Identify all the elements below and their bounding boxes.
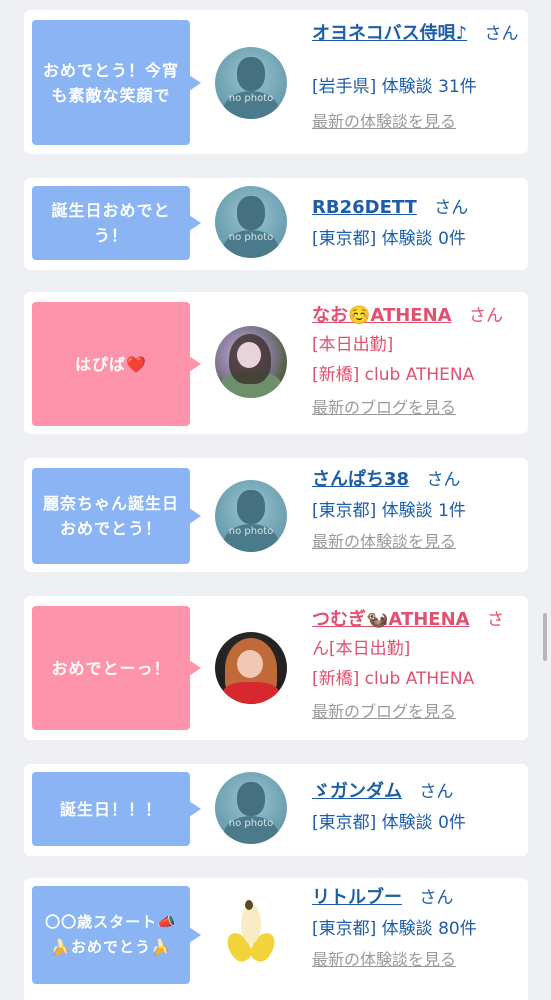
message-text: 誕生日！！！ bbox=[59, 799, 162, 819]
attendance-status: ん[本日出勤] bbox=[312, 639, 411, 659]
latest-blog-link[interactable]: 最新のブログを見る bbox=[312, 700, 524, 724]
user-name-link[interactable]: オヨネコバス侍唄♪ bbox=[312, 23, 467, 44]
no-photo-label: no photo bbox=[228, 526, 274, 537]
user-meta: [東京都] 体験談 0件 bbox=[312, 813, 466, 833]
user-name-link[interactable]: さんぱち38 bbox=[312, 469, 409, 490]
user-name-link[interactable]: ゞガンダム bbox=[312, 781, 402, 802]
avatar[interactable] bbox=[215, 632, 287, 704]
message-text: 誕生日おめでとう！ bbox=[51, 201, 171, 245]
avatar[interactable]: no photo bbox=[215, 480, 287, 552]
shop-info: [新橋] club ATHENA bbox=[312, 365, 475, 385]
no-photo-label: no photo bbox=[228, 232, 274, 243]
latest-review-link[interactable]: 最新の体験談を見る bbox=[312, 530, 524, 554]
message-card: はぴば❤️ なお☺️ATHENA さん [本日出勤] [新橋] club ATH… bbox=[24, 292, 528, 434]
user-name-link[interactable]: RB26DETT bbox=[312, 197, 417, 218]
honorific: さ bbox=[487, 610, 504, 630]
avatar[interactable]: no photo bbox=[215, 772, 287, 844]
avatar[interactable]: no photo bbox=[215, 47, 287, 119]
message-card: 誕生日！！！ no photo ゞガンダム さん [東京都] 体験談 0件 bbox=[24, 764, 528, 856]
message-bubble: 麗奈ちゃん誕生日おめでとう！ bbox=[32, 468, 201, 564]
latest-blog-link[interactable]: 最新のブログを見る bbox=[312, 396, 524, 420]
shop-info: [新橋] club ATHENA bbox=[312, 669, 475, 689]
message-bubble: はぴば❤️ bbox=[32, 302, 201, 426]
user-meta: [東京都] 体験談 0件 bbox=[312, 229, 466, 249]
message-text: はぴば❤️ bbox=[75, 354, 147, 374]
message-bubble: おめでとう！今宵も素敵な笑顔で bbox=[32, 20, 201, 145]
scrollbar-thumb[interactable] bbox=[543, 613, 547, 661]
message-card: おめでとーっ！ つむぎ🦦ATHENA さ ん[本日出勤] [新橋] club A… bbox=[24, 596, 528, 740]
avatar[interactable] bbox=[215, 896, 287, 968]
message-card: 麗奈ちゃん誕生日おめでとう！ no photo さんぱち38 さん [東京都] … bbox=[24, 458, 528, 572]
honorific: さん bbox=[419, 888, 454, 908]
no-photo-label: no photo bbox=[228, 818, 274, 829]
message-text: おめでとーっ！ bbox=[51, 658, 171, 678]
message-card: 〇〇歳スタート📣🍌おめでとう🍌 リトルブー さん [東京都] 体験談 80件 最… bbox=[24, 878, 528, 1000]
honorific: さん bbox=[419, 782, 454, 802]
message-card: おめでとう！今宵も素敵な笑顔で no photo オヨネコバス侍唄♪ さん [岩… bbox=[24, 10, 528, 154]
message-bubble: 誕生日！！！ bbox=[32, 772, 201, 846]
message-bubble: おめでとーっ！ bbox=[32, 606, 201, 730]
message-bubble: 誕生日おめでとう！ bbox=[32, 186, 201, 260]
user-meta: [岩手県] 体験談 31件 bbox=[312, 77, 477, 97]
user-name-link[interactable]: つむぎ🦦ATHENA bbox=[312, 609, 470, 630]
user-name-link[interactable]: リトルブー bbox=[312, 887, 402, 908]
honorific: さん bbox=[484, 24, 519, 44]
avatar[interactable]: no photo bbox=[215, 186, 287, 258]
avatar[interactable] bbox=[215, 326, 287, 398]
message-text: 麗奈ちゃん誕生日おめでとう！ bbox=[42, 494, 179, 538]
honorific: さん bbox=[469, 306, 503, 326]
user-name-link[interactable]: なお☺️ATHENA bbox=[312, 305, 452, 326]
honorific: さん bbox=[426, 470, 461, 490]
user-meta: [東京都] 体験談 80件 bbox=[312, 919, 477, 939]
attendance-status: [本日出勤] bbox=[312, 335, 394, 355]
message-card: 誕生日おめでとう！ no photo RB26DETT さん [東京都] 体験談… bbox=[24, 178, 528, 270]
message-text: 〇〇歳スタート📣🍌おめでとう🍌 bbox=[45, 913, 177, 956]
message-bubble: 〇〇歳スタート📣🍌おめでとう🍌 bbox=[32, 886, 201, 984]
message-text: おめでとう！今宵も素敵な笑顔で bbox=[42, 60, 179, 105]
no-photo-label: no photo bbox=[228, 93, 274, 104]
user-meta: [東京都] 体験談 1件 bbox=[312, 501, 466, 521]
latest-review-link[interactable]: 最新の体験談を見る bbox=[312, 948, 524, 972]
honorific: さん bbox=[434, 198, 469, 218]
latest-review-link[interactable]: 最新の体験談を見る bbox=[312, 110, 524, 134]
